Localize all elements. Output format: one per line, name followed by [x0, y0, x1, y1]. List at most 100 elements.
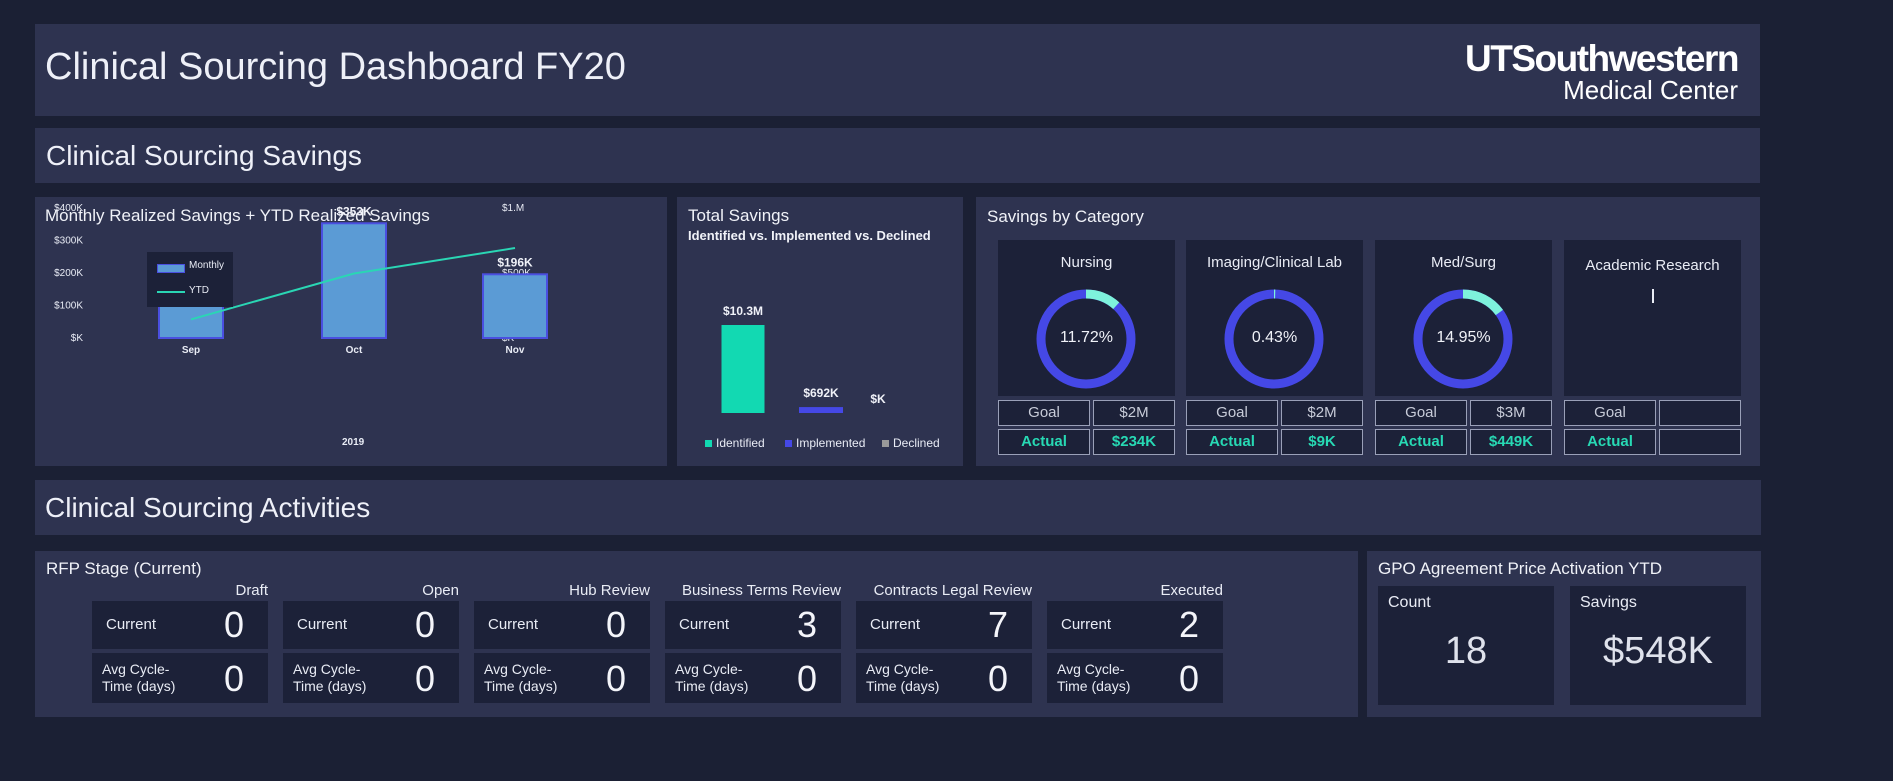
actual-label-cell: Actual — [1564, 429, 1656, 455]
category-card: Academic Research — [1564, 240, 1741, 396]
category-name: Med/Surg — [1430, 254, 1497, 271]
gpo-savings-value: $548K — [1603, 630, 1713, 672]
total-bar-label: $10.3M — [723, 304, 763, 318]
actual-value-cell — [1659, 429, 1741, 455]
stage-avg-box: Avg Cycle- Time (days) 0 — [474, 653, 650, 703]
gpo-count-card: Count 18 — [1378, 586, 1554, 705]
stage-avg-label: Avg Cycle- Time (days) — [293, 661, 366, 695]
legend-label: Identified — [716, 436, 765, 450]
goal-value-cell: $2M — [1281, 400, 1363, 426]
gpo-savings-label: Savings — [1580, 594, 1637, 611]
stage-avg-label-line1: Avg Cycle- — [675, 661, 743, 677]
activities-section-title: Clinical Sourcing Activities — [45, 492, 371, 523]
stage-current-box: Current 0 — [283, 601, 459, 649]
stage-avg-label: Avg Cycle- Time (days) — [866, 661, 939, 695]
monthly-bar — [482, 273, 548, 340]
category-panel: Savings by Category Nursing 11.72% Goal $2M… — [976, 197, 1760, 466]
stage-avg-label: Avg Cycle- Time (days) — [484, 661, 557, 695]
stage-current-value: 0 — [223, 604, 244, 645]
category-percent: 0.43% — [1251, 329, 1298, 346]
stage-current-box: Current 0 — [474, 601, 650, 649]
total-bar-implemented — [799, 407, 843, 413]
stage-current-label: Current — [1061, 616, 1112, 633]
goal-label-cell: Goal — [1375, 400, 1467, 426]
total-bar-label: $K — [870, 392, 886, 406]
stage-current-box: Current 0 — [92, 601, 268, 649]
stage-current-value: 3 — [796, 604, 817, 645]
category-name: Academic Research — [1585, 257, 1720, 274]
stage-avg-label-line1: Avg Cycle- — [293, 661, 361, 677]
stage-current-value: 7 — [987, 604, 1008, 645]
y2-tick-label: $1.M — [502, 203, 524, 214]
savings-section-header: Clinical Sourcing Savings — [35, 128, 1760, 183]
y-tick-label: $200K — [54, 268, 83, 279]
total-savings-panel: Total Savings Identified vs. Implemented… — [677, 197, 963, 466]
stage-avg-label-line2: Time (days) — [675, 678, 749, 694]
goal-label-cell: Goal — [1186, 400, 1278, 426]
category-card: Imaging/Clinical Lab 0.43% — [1186, 240, 1363, 396]
stage-current-box: Current 7 — [856, 601, 1032, 649]
legend-label: Declined — [893, 436, 940, 450]
bar-data-label: $196K — [497, 255, 533, 269]
stage-avg-value: 0 — [1178, 658, 1199, 699]
category-percent: 14.95% — [1436, 329, 1491, 346]
header-panel: Clinical Sourcing Dashboard FY20 UTSouth… — [35, 24, 1760, 116]
stage-avg-label-line1: Avg Cycle- — [1057, 661, 1125, 677]
stage-current-value: 0 — [414, 604, 435, 645]
stage-name: Open — [422, 582, 459, 599]
category-card: Med/Surg 14.95% — [1375, 240, 1552, 396]
category-card: Nursing 11.72% — [998, 240, 1175, 396]
stage-current-label: Current — [297, 616, 348, 633]
stage-name: Executed — [1160, 582, 1223, 599]
actual-value-cell: $234K — [1093, 429, 1175, 455]
stage-name: Draft — [235, 582, 268, 599]
stage-avg-label: Avg Cycle- Time (days) — [1057, 661, 1130, 695]
gpo-savings-card: Savings $548K — [1570, 586, 1746, 705]
stage-avg-box: Avg Cycle- Time (days) 0 — [1047, 653, 1223, 703]
legend-swatch — [882, 440, 889, 447]
rfp-panel: RFP Stage (Current) Draft Current 0 Avg Cyc… — [35, 551, 1358, 717]
stage-avg-label: Avg Cycle- Time (days) — [102, 661, 175, 695]
y-tick-label: $100K — [54, 301, 83, 312]
x-tick-label: Sep — [182, 345, 200, 356]
monthly-savings-chart: $400K$300K$200K$100K$K$1.M$500K$K$143KSe… — [54, 203, 548, 356]
stage-avg-label-line1: Avg Cycle- — [102, 661, 170, 677]
stage-avg-label-line2: Time (days) — [866, 678, 940, 694]
stage-avg-label-line1: Avg Cycle- — [866, 661, 934, 677]
actual-label-cell: Actual — [998, 429, 1090, 455]
goal-value-cell — [1659, 400, 1741, 426]
stage-avg-value: 0 — [987, 658, 1008, 699]
activities-section-header: Clinical Sourcing Activities — [35, 480, 1761, 535]
y-tick-label: $300K — [54, 236, 83, 247]
logo-main-text: UTSouthwestern — [1465, 38, 1739, 79]
savings-section-title: Clinical Sourcing Savings — [46, 140, 362, 171]
stage-avg-label-line2: Time (days) — [293, 678, 367, 694]
stage-avg-box: Avg Cycle- Time (days) 0 — [856, 653, 1032, 703]
ut-logo: UTSouthwestern Medical Center — [1378, 38, 1739, 108]
legend-swatch — [705, 440, 712, 447]
stage-avg-label-line2: Time (days) — [484, 678, 558, 694]
legend-ytd-swatch — [157, 291, 185, 293]
stage-avg-value: 0 — [223, 658, 244, 699]
monthly-legend: Monthly YTD — [147, 252, 233, 307]
legend-monthly-label: Monthly — [189, 260, 225, 271]
legend-ytd-label: YTD — [189, 285, 209, 296]
actual-label-cell: Actual — [1186, 429, 1278, 455]
stage-avg-label-line1: Avg Cycle- — [484, 661, 552, 677]
y-tick-label: $K — [71, 333, 84, 344]
category-title: Savings by Category — [987, 207, 1144, 226]
x-tick-label: Nov — [506, 345, 525, 356]
stage-avg-value: 0 — [414, 658, 435, 699]
legend-monthly-swatch — [157, 264, 185, 273]
category-cursor-mark — [1652, 289, 1654, 303]
total-savings-chart: $10.3M $692K $K Identified Implemented Declin… — [705, 304, 940, 450]
stage-current-box: Current 2 — [1047, 601, 1223, 649]
stage-avg-label-line2: Time (days) — [1057, 678, 1131, 694]
actual-label-cell: Actual — [1375, 429, 1467, 455]
category-percent: 11.72% — [1059, 329, 1114, 346]
stage-current-label: Current — [870, 616, 921, 633]
stage-name: Business Terms Review — [682, 582, 841, 599]
stage-name: Contracts Legal Review — [873, 582, 1032, 599]
stage-avg-box: Avg Cycle- Time (days) 0 — [665, 653, 841, 703]
rfp-title: RFP Stage (Current) — [46, 559, 202, 578]
